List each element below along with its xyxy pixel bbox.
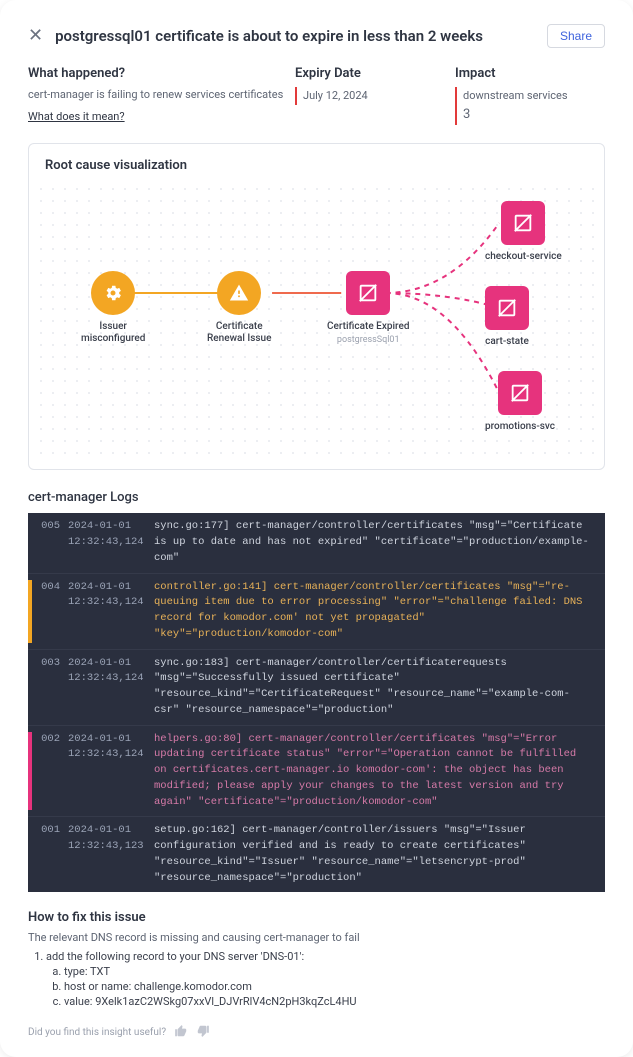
log-message: controller.go:141] cert-manager/controll… bbox=[154, 580, 593, 643]
node-certificate-expired[interactable]: Certificate Expired postgressSql01 bbox=[327, 271, 409, 345]
node-promotions-svc[interactable]: promotions-svc bbox=[485, 371, 555, 433]
log-index: 004 bbox=[32, 580, 68, 643]
node-issuer-misconfigured[interactable]: Issuer misconfigured bbox=[81, 271, 145, 345]
howto-substep: type: TXT bbox=[64, 965, 605, 978]
alert-icon bbox=[217, 271, 261, 315]
node-cart-state[interactable]: cart-state bbox=[485, 286, 529, 348]
howto-substep: value: 9Xelk1azC2WSkg07xxVl_DJVrRlV4cN2p… bbox=[64, 995, 605, 1008]
thumbs-down-icon[interactable] bbox=[196, 1024, 210, 1041]
log-timestamp: 2024-01-0112:32:43,124 bbox=[68, 580, 154, 643]
summary-what: What happened? cert-manager is failing t… bbox=[28, 66, 295, 125]
gear-icon bbox=[91, 271, 135, 315]
close-icon[interactable]: ✕ bbox=[28, 27, 43, 45]
log-row[interactable]: 0042024-01-0112:32:43,124controller.go:1… bbox=[28, 574, 605, 650]
summary-expiry: Expiry Date July 12, 2024 bbox=[295, 66, 455, 125]
howto-desc: The relevant DNS record is missing and c… bbox=[28, 931, 605, 944]
viz-title: Root cause visualization bbox=[29, 144, 604, 183]
log-index: 002 bbox=[32, 732, 68, 811]
summary-expiry-title: Expiry Date bbox=[295, 66, 455, 81]
log-index: 005 bbox=[32, 519, 68, 566]
service-icon bbox=[501, 201, 545, 245]
log-row[interactable]: 0032024-01-0112:32:43,124sync.go:183] ce… bbox=[28, 650, 605, 726]
node-checkout-service[interactable]: checkout-service bbox=[485, 201, 562, 263]
node-sublabel: postgressSql01 bbox=[337, 335, 400, 345]
log-timestamp: 2024-01-0112:32:43,124 bbox=[68, 732, 154, 811]
page-title: postgressql01 certificate is about to ex… bbox=[55, 27, 483, 45]
summary-what-title: What happened? bbox=[28, 66, 295, 81]
howto-step-text: add the following record to your DNS ser… bbox=[46, 950, 304, 963]
summary-impact-title: Impact bbox=[455, 66, 605, 81]
log-message: sync.go:183] cert-manager/controller/cer… bbox=[154, 656, 593, 719]
certificate-expired-icon bbox=[346, 271, 390, 315]
logs-title: cert-manager Logs bbox=[28, 490, 605, 505]
share-button[interactable]: Share bbox=[547, 24, 605, 48]
what-does-it-mean-link[interactable]: What does it mean? bbox=[28, 110, 125, 123]
summary-what-desc: cert-manager is failing to renew service… bbox=[28, 87, 295, 104]
log-timestamp: 2024-01-0112:32:43,124 bbox=[68, 656, 154, 719]
summary-expiry-value: July 12, 2024 bbox=[295, 87, 455, 105]
node-label: cart-state bbox=[485, 336, 529, 348]
log-message: sync.go:177] cert-manager/controller/cer… bbox=[154, 519, 593, 566]
summary-impact-count: 3 bbox=[463, 105, 605, 126]
node-label: Certificate Renewal Issue bbox=[207, 321, 271, 345]
node-label: promotions-svc bbox=[485, 421, 555, 433]
log-row[interactable]: 0012024-01-0112:32:43,123setup.go:162] c… bbox=[28, 817, 605, 892]
node-renewal-issue[interactable]: Certificate Renewal Issue bbox=[207, 271, 271, 345]
howto-step: add the following record to your DNS ser… bbox=[46, 950, 605, 1008]
log-row[interactable]: 0022024-01-0112:32:43,124helpers.go:80] … bbox=[28, 726, 605, 818]
howto-title: How to fix this issue bbox=[28, 910, 605, 925]
log-index: 001 bbox=[32, 823, 68, 886]
summary-impact: Impact downstream services 3 bbox=[455, 66, 605, 125]
node-label: Certificate Expired bbox=[327, 321, 409, 333]
node-label: checkout-service bbox=[485, 251, 562, 263]
logs-panel: 0052024-01-0112:32:43,124sync.go:177] ce… bbox=[28, 513, 605, 892]
log-message: helpers.go:80] cert-manager/controller/c… bbox=[154, 732, 593, 811]
log-timestamp: 2024-01-0112:32:43,124 bbox=[68, 519, 154, 566]
summary-impact-desc: downstream services bbox=[463, 89, 568, 102]
service-icon bbox=[498, 371, 542, 415]
log-timestamp: 2024-01-0112:32:43,123 bbox=[68, 823, 154, 886]
log-index: 003 bbox=[32, 656, 68, 719]
thumbs-up-icon[interactable] bbox=[174, 1024, 188, 1041]
howto-substep: host or name: challenge.komodor.com bbox=[64, 980, 605, 993]
feedback-prompt: Did you find this insight useful? bbox=[28, 1027, 166, 1038]
node-label: Issuer misconfigured bbox=[81, 321, 145, 345]
service-icon bbox=[485, 286, 529, 330]
root-cause-visualization: Root cause visualization Issuer misconfi… bbox=[28, 143, 605, 470]
log-row[interactable]: 0052024-01-0112:32:43,124sync.go:177] ce… bbox=[28, 513, 605, 573]
log-message: setup.go:162] cert-manager/controller/is… bbox=[154, 823, 593, 886]
